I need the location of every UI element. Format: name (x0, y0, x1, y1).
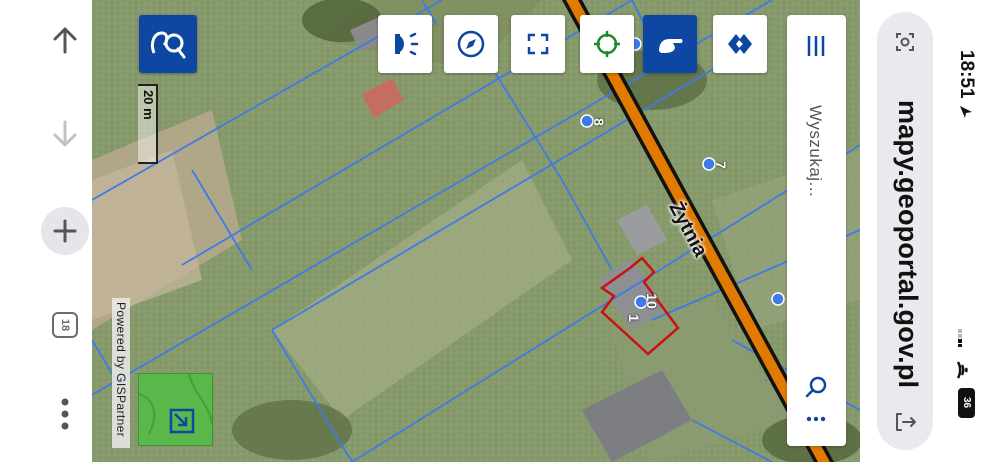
forward-button[interactable] (41, 110, 89, 158)
diamond-logo-icon (728, 34, 752, 54)
compass-icon (457, 30, 485, 58)
wifi-icon (956, 361, 968, 379)
fullscreen-icon (527, 33, 549, 55)
battery-icon: 36 (958, 388, 975, 418)
tabs-button[interactable]: 18 (52, 312, 78, 338)
menu-lines-icon[interactable] (806, 35, 826, 57)
address-label: 8 (590, 118, 607, 126)
light-icon (395, 32, 419, 56)
address-label: 10 (643, 293, 660, 309)
address-label: 7 (712, 161, 729, 169)
location-arrow-icon (960, 106, 972, 118)
geoportal-logo-button[interactable] (713, 15, 767, 73)
ellipsis-vertical-icon (61, 398, 69, 430)
layers-button[interactable] (139, 15, 197, 73)
status-time: 18:51 (956, 50, 977, 99)
scale-label: 20 m (141, 90, 156, 120)
layers-icon (150, 31, 186, 59)
browser-left-toolbar: 18 (0, 0, 92, 462)
arrow-down-icon (53, 120, 77, 147)
compass-button[interactable] (444, 15, 498, 73)
attribution: Powered by GISPartner (112, 298, 130, 448)
search-panel: Wyszukaj... (787, 15, 846, 446)
battery-level: 36 (961, 397, 972, 409)
measure-icon (659, 39, 683, 53)
locate-button[interactable] (580, 15, 634, 73)
map-canvas[interactable]: 8 7 10 1 Żytnia 20 m Powered by GISPartn… (92, 0, 860, 462)
url-text: mapy.geoportal.gov.pl (893, 100, 923, 389)
address-label: 1 (625, 314, 642, 322)
tab-count: 18 (59, 318, 71, 332)
url-field[interactable]: mapy.geoportal.gov.pl (877, 12, 933, 450)
fullscreen-button[interactable] (511, 15, 565, 73)
minimap-expand-icon (138, 373, 213, 435)
browser-address-bar: mapy.geoportal.gov.pl 18:51 36 (860, 0, 1000, 462)
arrow-up-icon (53, 27, 77, 54)
measure-button[interactable] (643, 15, 697, 73)
more-options-icon[interactable] (806, 415, 826, 423)
new-tab-button[interactable] (41, 207, 89, 255)
signal-icon (958, 329, 962, 347)
plus-icon (53, 219, 77, 243)
back-button[interactable] (41, 16, 89, 64)
light-button[interactable] (378, 15, 432, 73)
minimap-button[interactable] (138, 373, 213, 446)
reader-icon[interactable] (893, 30, 917, 54)
more-button[interactable] (41, 390, 89, 438)
search-icon[interactable] (804, 375, 828, 399)
share-icon[interactable] (893, 410, 917, 434)
search-input[interactable]: Wyszukaj... (805, 105, 825, 197)
locate-icon (594, 31, 620, 57)
